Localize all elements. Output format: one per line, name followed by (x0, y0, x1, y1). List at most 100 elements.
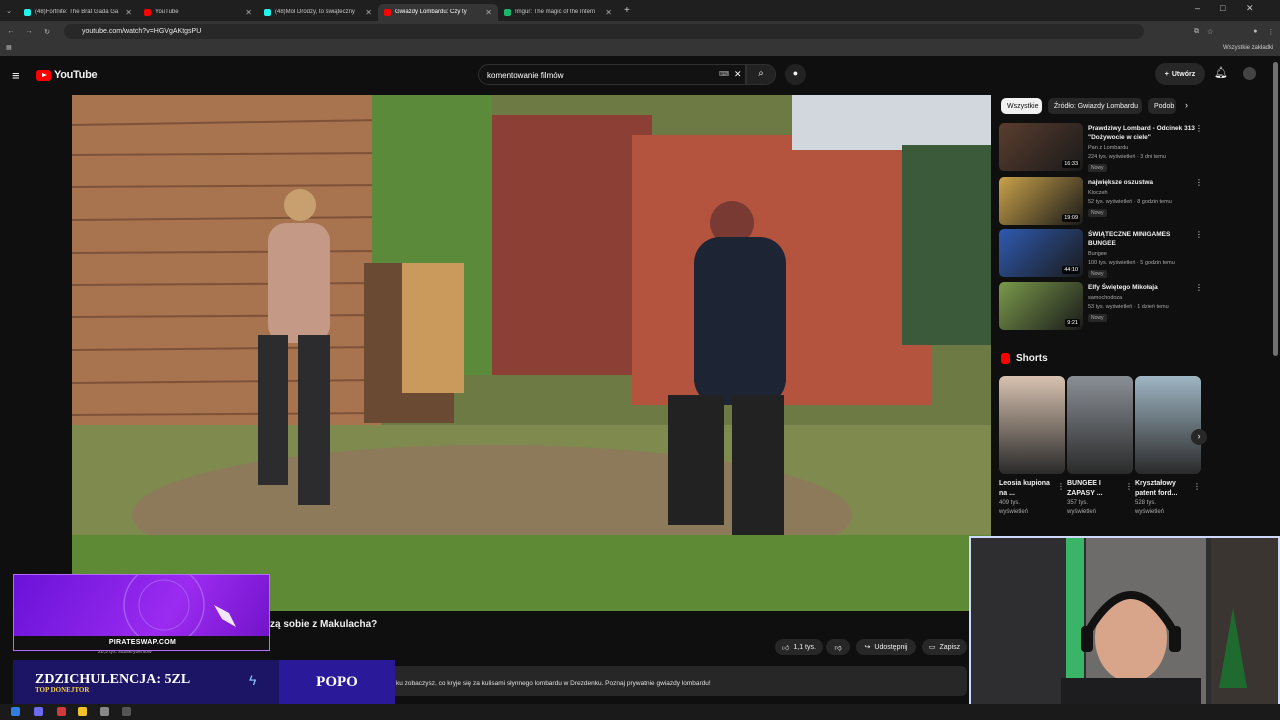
browser-tab[interactable]: (48)Mol Drodzy, to świąteczny ✕ (258, 4, 378, 21)
share-button[interactable]: ↪ Udostępnij (856, 639, 916, 655)
more-options-icon[interactable]: ⋮ (1057, 482, 1065, 491)
more-options-icon[interactable]: ⋮ (1195, 124, 1203, 133)
browser-tab[interactable]: YouTube ✕ (138, 4, 258, 21)
chips-next-icon[interactable]: › (1185, 100, 1188, 110)
short-item[interactable]: Kryształowy patent ford... 528 tys. wyświ… (1135, 376, 1201, 517)
minimize-icon[interactable]: – (1195, 3, 1200, 13)
opera-icon[interactable] (57, 707, 66, 716)
scrollbar-thumb[interactable] (1273, 62, 1278, 356)
recommendation-title: największe oszustwa (1088, 179, 1154, 186)
microphone-icon: ● (792, 68, 799, 78)
chrome-icon[interactable] (78, 707, 87, 716)
apps-grid-icon[interactable]: ▦ (6, 44, 12, 51)
back-icon[interactable]: ← (4, 28, 18, 35)
video-player[interactable] (72, 95, 991, 611)
search-icon: ⌕ (758, 68, 764, 79)
tab-close-icon[interactable]: ✕ (485, 8, 492, 17)
clear-search-icon[interactable]: ✕ (734, 69, 742, 80)
shorts-next-icon[interactable]: › (1191, 429, 1207, 445)
taskbar (0, 704, 1280, 720)
tab-close-icon[interactable]: ✕ (605, 8, 612, 17)
webcam-overlay (969, 536, 1280, 712)
short-views: 357 tys. wyświetleń (1067, 500, 1097, 515)
recommendation-thumbnail[interactable]: 9:21 (999, 282, 1083, 330)
forward-icon[interactable]: → (22, 28, 36, 35)
recommendation-title: Elfy Świętego Mikołaja (1088, 284, 1158, 291)
shorts-title: Shorts (1016, 353, 1048, 364)
recommendation-item[interactable]: 9:21 Elfy Świętego Mikołaja samochodoza 53 … (999, 282, 1204, 332)
reload-icon[interactable]: ↻ (40, 28, 54, 36)
webcam-scene (971, 538, 1278, 710)
more-options-icon[interactable]: ⋮ (1195, 283, 1203, 292)
dislike-button[interactable]: 👎︎ (826, 639, 850, 655)
recommendation-channel[interactable]: Bungee (1088, 251, 1107, 257)
voice-search-button[interactable]: ● (785, 64, 806, 85)
browser-menu-icon[interactable]: ⋮ (1268, 28, 1275, 36)
save-icon: ▭ (928, 644, 936, 651)
tab-strip: (48)Fortnite: The Brat Gada Ga ✕ YouTube ✕(… (18, 1, 618, 21)
short-item[interactable]: BUNGEE I ZAPASY ... 357 tys. wyświetleń ⋮ (1067, 376, 1133, 517)
tab-close-icon[interactable]: ✕ (365, 8, 372, 17)
chip-source[interactable]: Źródło: Gwiazdy Lombardu (1048, 98, 1142, 114)
chip-all[interactable]: Wszystkie (1001, 98, 1042, 114)
description-text: ku zobaczysz, co kryje się za kulisami s… (396, 680, 711, 687)
recommendation-item[interactable]: 19:09 największe oszustwa Kloczeh 52 tys. w… (999, 177, 1204, 227)
browser-tab[interactable]: (48)Fortnite: The Brat Gada Ga ✕ (18, 4, 138, 21)
obs-icon[interactable] (122, 707, 131, 716)
short-thumbnail[interactable] (1067, 376, 1133, 474)
discord-icon[interactable] (34, 707, 43, 716)
extensions-icon[interactable]: ⧉ (1194, 28, 1199, 36)
notifications-bell-icon[interactable]: 🔔︎ (1214, 66, 1228, 79)
browser-tab[interactable]: Imgur: The magic of the Intern ✕ (498, 4, 618, 21)
save-label: Zapisz (939, 643, 961, 651)
windows-start-icon[interactable] (11, 707, 20, 716)
maximize-icon[interactable]: □ (1220, 3, 1225, 13)
more-options-icon[interactable]: ⋮ (1195, 178, 1203, 187)
more-options-icon[interactable]: ⋮ (1125, 482, 1133, 491)
short-item[interactable]: Leosia kupiona na ... 409 tys. wyświetleń… (999, 376, 1065, 517)
recommendation-thumbnail[interactable]: 19:09 (999, 177, 1083, 225)
profile-icon[interactable]: ● (1253, 28, 1257, 35)
recommendation-channel[interactable]: samochodoza (1088, 295, 1122, 301)
browser-tab-bar: ⌄ (48)Fortnite: The Brat Gada Ga ✕ YouTube… (0, 0, 1280, 21)
search-input[interactable]: komentowanie filmów ⌨ ✕ (478, 64, 746, 85)
create-button[interactable]: + Utwórz (1155, 63, 1205, 85)
hamburger-menu-icon[interactable]: ≡ (12, 68, 20, 83)
recommendation-channel[interactable]: Pan z Lombardu (1088, 145, 1128, 151)
all-bookmarks-link[interactable]: Wszystkie zakładki (1223, 45, 1273, 51)
recommendation-thumbnail[interactable]: 16:33 (999, 123, 1083, 171)
window-close-icon[interactable]: ✕ (1246, 3, 1254, 14)
account-avatar[interactable] (1243, 67, 1256, 80)
logo-text: YouTube (54, 69, 98, 81)
tab-title: (48)Fortnite: The Brat Gada Ga (35, 9, 119, 15)
new-tab-button[interactable]: + (624, 5, 630, 16)
tab-list-icon[interactable]: ⌄ (0, 7, 18, 15)
recommendation-meta: 100 tys. wyświetleń · 5 godzin temu (1088, 260, 1175, 266)
recommendation-title: ŚWIĄTECZNE MINIGAMES BUNGEE (1088, 231, 1171, 247)
short-thumbnail[interactable] (999, 376, 1065, 474)
more-options-icon[interactable]: ⋮ (1195, 230, 1203, 239)
tab-close-icon[interactable]: ✕ (125, 8, 132, 17)
chip-similar[interactable]: Podob (1148, 98, 1176, 114)
keyboard-icon[interactable]: ⌨ (719, 70, 729, 78)
steam-icon[interactable] (100, 707, 109, 716)
recommendation-item[interactable]: 16:33 Prawdziwy Lombard - Odcinek 313 "Do… (999, 123, 1204, 173)
like-button[interactable]: 👍︎ 1,1 tys. (775, 639, 823, 655)
short-thumbnail[interactable] (1135, 376, 1201, 474)
search-button[interactable]: ⌕ (746, 64, 776, 85)
bookmarks-bar: ▦ Wszystkie zakładki (0, 42, 1280, 56)
bookmark-star-icon[interactable]: ☆ (1207, 28, 1213, 36)
url-field[interactable]: youtube.com/watch?v=HGVgAKtgsPU (64, 24, 1144, 39)
save-button[interactable]: ▭ Zapisz (922, 639, 967, 655)
sponsor-art (123, 575, 236, 646)
recommendation-item[interactable]: 44:10 ŚWIĄTECZNE MINIGAMES BUNGEE Bungee 10… (999, 229, 1204, 279)
recommendation-channel[interactable]: Kloczeh (1088, 190, 1108, 196)
youtube-header: ≡ YouTube komentowanie filmów ⌨ ✕ ⌕ ● + U… (0, 56, 1280, 94)
recommendation-thumbnail[interactable]: 44:10 (999, 229, 1083, 277)
more-options-icon[interactable]: ⋮ (1193, 482, 1201, 491)
tab-close-icon[interactable]: ✕ (245, 8, 252, 17)
browser-tab[interactable]: Gwiazdy Lombardu: Czy ty ✕ (378, 3, 498, 21)
like-count: 1,1 tys. (793, 643, 816, 651)
youtube-logo[interactable]: YouTube (36, 69, 98, 81)
youtube-play-icon (36, 69, 51, 81)
